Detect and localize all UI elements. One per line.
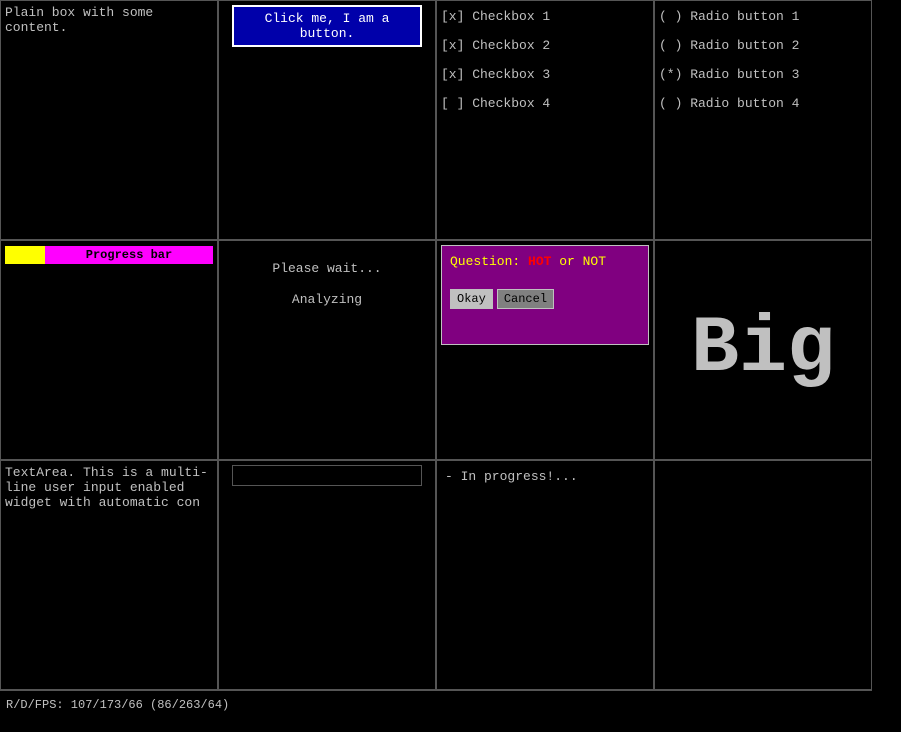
text-input-field[interactable] (232, 465, 422, 486)
question-hot: HOT (528, 254, 551, 269)
progress-cell: Progress bar (0, 240, 218, 460)
main-button[interactable]: Click me, I am a button. (232, 5, 422, 47)
radio-2[interactable]: ( ) Radio button 2 (659, 38, 867, 53)
textarea-widget[interactable]: TextArea. This is a multi-line user inpu… (5, 465, 213, 685)
radios-panel: ( ) Radio button 1 ( ) Radio button 2 (*… (654, 0, 872, 240)
status-bar-text: R/D/FPS: 107/173/66 (86/263/64) (6, 698, 229, 712)
question-title: Question: HOT or NOT (450, 254, 640, 269)
input-cell[interactable] (218, 460, 436, 690)
progress-bar: Progress bar (5, 245, 213, 265)
progress-magenta-fill: Progress bar (45, 246, 213, 264)
textarea-cell[interactable]: TextArea. This is a multi-line user inpu… (0, 460, 218, 690)
please-wait-cell: Please wait... Analyzing (218, 240, 436, 460)
empty-cell-row3-col4 (654, 460, 872, 690)
analyzing-text: Analyzing (292, 292, 362, 307)
checkboxes-panel: [x] Checkbox 1 [x] Checkbox 2 [x] Checkb… (436, 0, 654, 240)
question-suffix: or NOT (551, 254, 606, 269)
radio-4[interactable]: ( ) Radio button 4 (659, 96, 867, 111)
checkbox-4[interactable]: [ ] Checkbox 4 (441, 96, 649, 111)
inprogress-label: - In progress!... (441, 465, 582, 488)
inprogress-cell: - In progress!... (436, 460, 654, 690)
status-bar: R/D/FPS: 107/173/66 (86/263/64) (0, 690, 872, 718)
radio-3[interactable]: (*) Radio button 3 (659, 67, 867, 82)
plain-box: Plain box with some content. (0, 0, 218, 240)
question-prefix: Question: (450, 254, 528, 269)
please-wait-title: Please wait... (272, 261, 381, 276)
checkbox-2[interactable]: [x] Checkbox 2 (441, 38, 649, 53)
radio-1[interactable]: ( ) Radio button 1 (659, 9, 867, 24)
checkbox-3[interactable]: [x] Checkbox 3 (441, 67, 649, 82)
progress-yellow-fill (5, 246, 45, 264)
big-display-cell: Big (654, 240, 872, 460)
question-cell: Question: HOT or NOT Okay Cancel (436, 240, 654, 460)
progress-label: Progress bar (86, 248, 172, 262)
cancel-button[interactable]: Cancel (497, 289, 554, 309)
okay-button[interactable]: Okay (450, 289, 493, 309)
plain-box-text: Plain box with some content. (5, 5, 153, 35)
checkbox-1[interactable]: [x] Checkbox 1 (441, 9, 649, 24)
question-dialog: Question: HOT or NOT Okay Cancel (441, 245, 649, 345)
button-cell: Click me, I am a button. (218, 0, 436, 240)
big-display-text: Big (691, 310, 835, 390)
question-buttons: Okay Cancel (450, 289, 640, 309)
